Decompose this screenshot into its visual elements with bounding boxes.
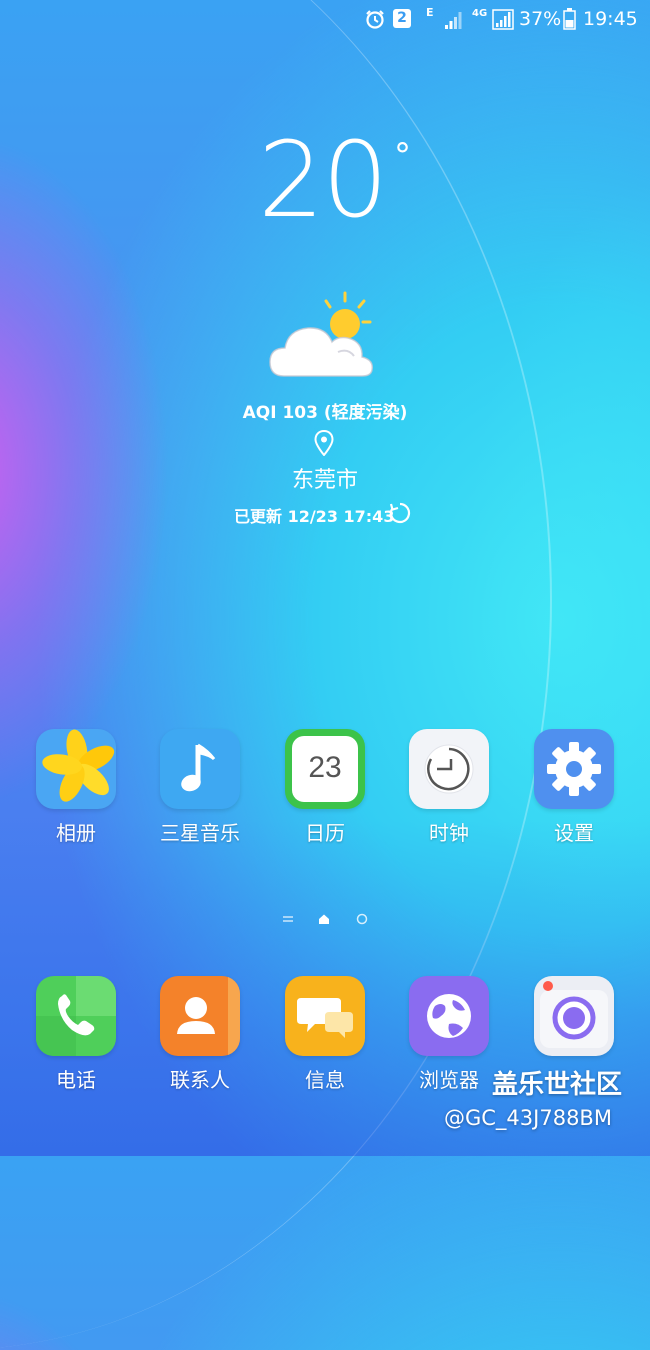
- browser-icon: [409, 976, 489, 1056]
- network-type-4g: 4G: [472, 8, 488, 19]
- gallery-icon: [36, 729, 116, 809]
- aqi-text: AQI 103 (轻度污染): [242, 403, 408, 423]
- app-gallery[interactable]: 相册: [14, 729, 138, 846]
- dock-contacts[interactable]: 联系人: [138, 976, 262, 1093]
- app-label: 联系人: [170, 1068, 230, 1092]
- dock-camera[interactable]: [512, 976, 636, 1064]
- phone-icon: [36, 976, 116, 1056]
- calendar-icon: 23: [285, 729, 365, 809]
- dock-messages[interactable]: 信息: [263, 976, 387, 1093]
- page-dot-home-icon[interactable]: [317, 912, 331, 926]
- calendar-date: 23: [308, 751, 342, 784]
- location-pin-icon: [314, 430, 334, 456]
- alarm-clock-icon: [366, 10, 384, 29]
- watermark-user: @GC_43J788BM: [444, 1106, 612, 1130]
- app-label: 相册: [56, 821, 96, 845]
- page-dot-menu-icon[interactable]: [281, 912, 295, 926]
- messages-icon: [285, 976, 365, 1056]
- app-settings[interactable]: 设置: [512, 729, 636, 846]
- updated-time: 已更新 12/23 17:43: [234, 507, 395, 526]
- clock-icon: [409, 729, 489, 809]
- music-note-icon: [160, 729, 240, 809]
- contacts-icon: [160, 976, 240, 1056]
- app-calendar[interactable]: 23 日历: [263, 729, 387, 846]
- signal-icon-2: [492, 9, 514, 30]
- app-label: 时钟: [429, 821, 469, 845]
- app-label: 电话: [56, 1068, 96, 1092]
- degree-symbol: °: [394, 136, 411, 176]
- signal-icon: [445, 12, 462, 29]
- network-type-e: E: [426, 6, 434, 19]
- gear-icon: [534, 729, 614, 809]
- camera-icon: [534, 976, 614, 1056]
- app-clock[interactable]: 时钟: [387, 729, 511, 846]
- app-label: 三星音乐: [160, 821, 240, 845]
- app-label: 信息: [305, 1068, 345, 1092]
- watermark-site: 盖乐世社区: [492, 1070, 623, 1100]
- battery-icon: [563, 8, 576, 30]
- app-label: 设置: [554, 821, 594, 845]
- app-samsung-music[interactable]: 三星音乐: [138, 729, 262, 846]
- notification-badge: 2: [393, 9, 411, 28]
- temperature: 20: [258, 119, 388, 241]
- status-bar: 2 E 4G 37% 19:45: [0, 0, 650, 38]
- city-name: 东莞市: [291, 468, 358, 493]
- app-label: 日历: [305, 821, 345, 845]
- refresh-icon[interactable]: [388, 501, 412, 525]
- page-dot-icon[interactable]: [355, 912, 369, 926]
- dock-phone[interactable]: 电话: [14, 976, 138, 1093]
- partly-cloudy-icon: [269, 291, 374, 377]
- status-time: 19:45: [583, 8, 638, 30]
- battery-percent: 37%: [519, 8, 562, 30]
